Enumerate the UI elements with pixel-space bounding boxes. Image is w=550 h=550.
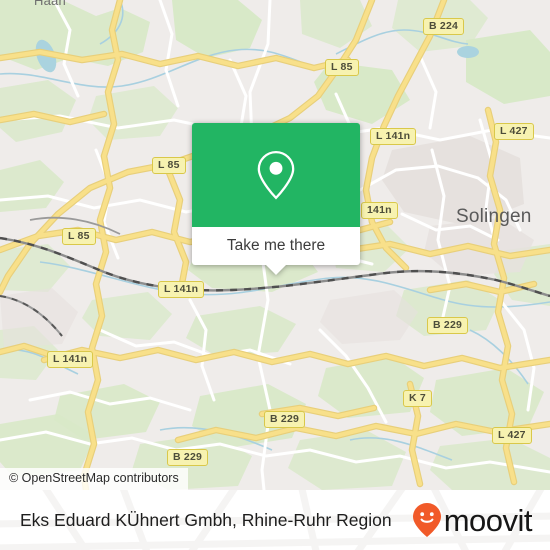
road-shield: B 229 bbox=[167, 449, 209, 466]
road-shield: B 229 bbox=[427, 317, 469, 334]
take-me-there-button[interactable]: Take me there bbox=[192, 227, 360, 275]
road-shield: L 141n bbox=[370, 128, 417, 145]
moovit-logo[interactable]: moovit bbox=[412, 502, 533, 538]
road-shield: L 141n bbox=[158, 281, 205, 298]
road-shield: B 229 bbox=[264, 411, 306, 428]
popup-tail bbox=[265, 264, 287, 275]
road-shield: L 85 bbox=[152, 157, 186, 174]
road-shield: L 427 bbox=[492, 427, 532, 444]
popup-header bbox=[192, 123, 360, 227]
road-shield: L 85 bbox=[325, 59, 359, 76]
moovit-wordmark: moovit bbox=[443, 502, 533, 538]
city-label-solingen: Solingen bbox=[456, 206, 532, 227]
place-title: Eks Eduard KÜhnert Gmbh, Rhine-Ruhr Regi… bbox=[20, 509, 392, 530]
moovit-pin-smiley-icon bbox=[412, 503, 441, 537]
take-me-there-label: Take me there bbox=[226, 237, 326, 254]
osm-attribution-text: © OpenStreetMap contributors bbox=[9, 471, 179, 485]
osm-attribution[interactable]: © OpenStreetMap contributors bbox=[0, 468, 188, 490]
footer-bar: Eks Eduard KÜhnert Gmbh, Rhine-Ruhr Regi… bbox=[0, 490, 550, 550]
location-pin-icon bbox=[257, 150, 295, 200]
road-shield: K 7 bbox=[403, 390, 432, 407]
map-canvas[interactable]: B 224 L 85 L 141n L 427 L 85 141n L 85 L 141n B … bbox=[0, 0, 550, 490]
road-shield: L 141n bbox=[47, 351, 94, 368]
road-shield: B 224 bbox=[423, 18, 465, 35]
road-shield: L 427 bbox=[494, 123, 534, 140]
map-screenshot: B 224 L 85 L 141n L 427 L 85 141n L 85 L 141n B … bbox=[0, 0, 550, 550]
road-shield: 141n bbox=[361, 202, 398, 219]
city-label-haan: Haan bbox=[34, 0, 66, 8]
place-popup[interactable]: Take me there bbox=[192, 123, 360, 275]
road-shield: L 85 bbox=[62, 228, 96, 245]
